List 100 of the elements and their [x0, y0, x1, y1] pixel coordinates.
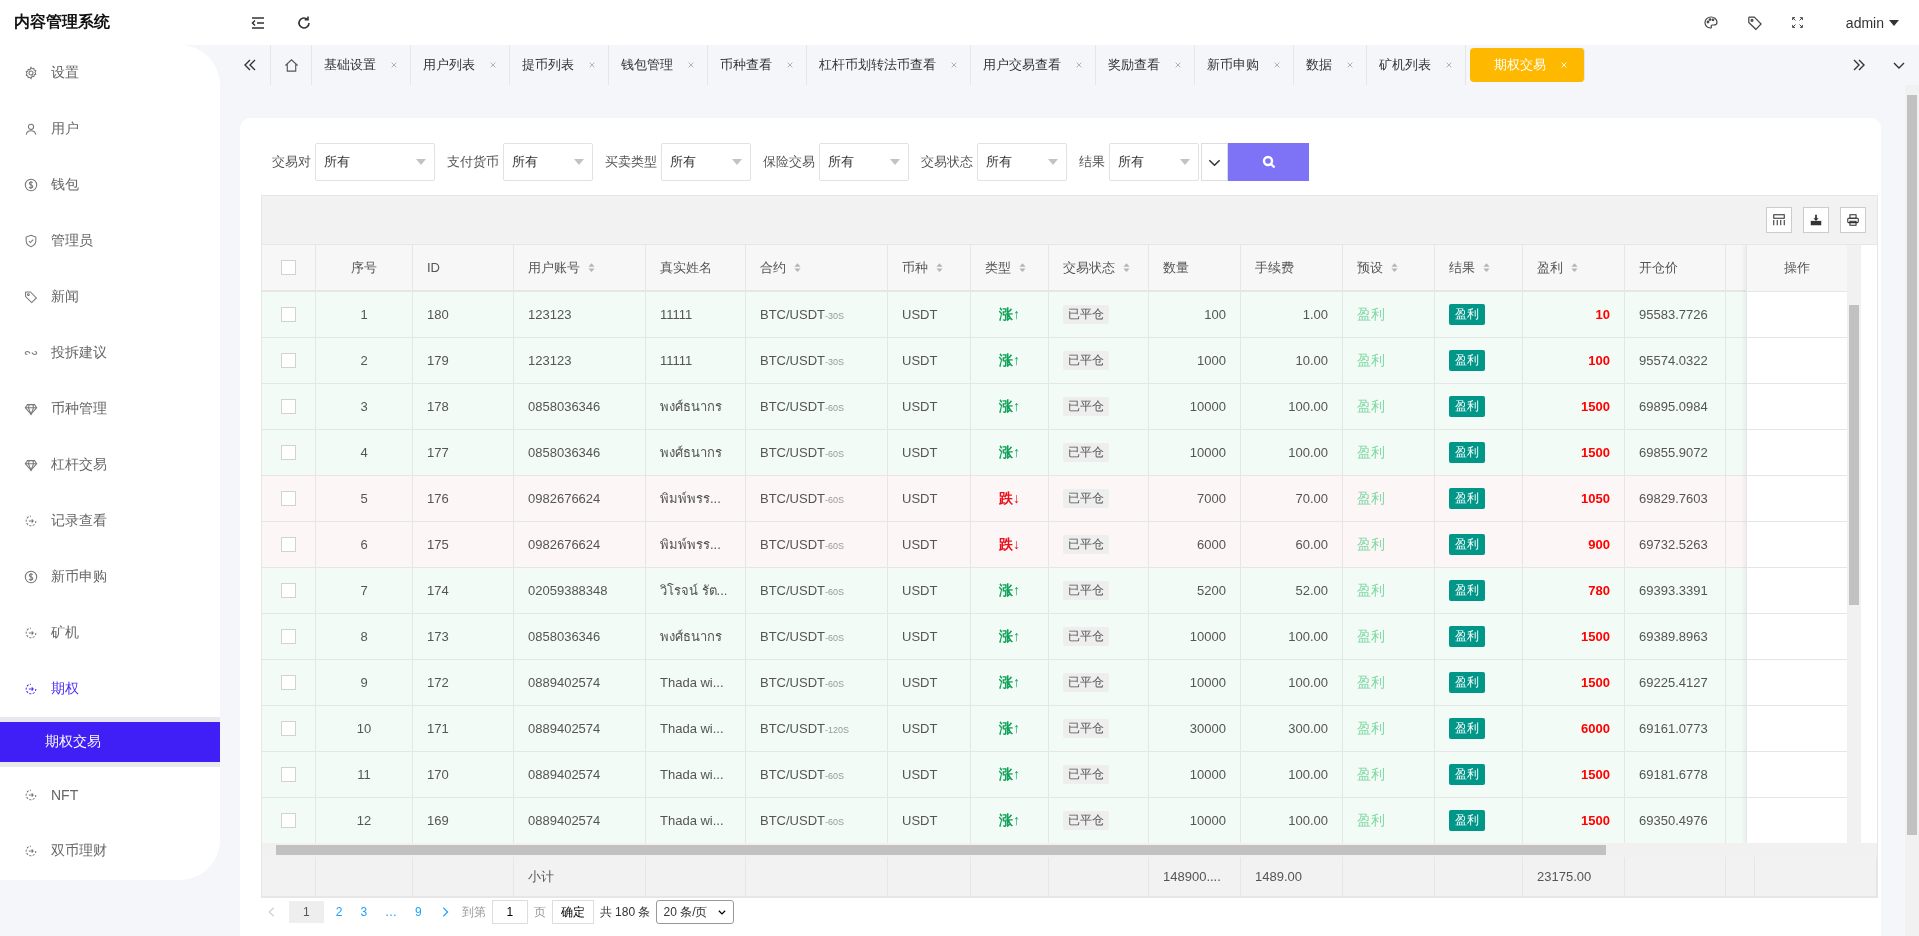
- tab[interactable]: 数据: [1294, 45, 1367, 85]
- column-header: 操作: [1784, 259, 1810, 277]
- confirm-button[interactable]: 确定: [551, 900, 594, 924]
- sort-icon[interactable]: [588, 262, 595, 273]
- close-icon[interactable]: [588, 61, 596, 69]
- sidebar-item[interactable]: 双币理财: [0, 823, 220, 879]
- close-icon[interactable]: [786, 61, 794, 69]
- page-scrollbar[interactable]: [1905, 85, 1919, 936]
- sidebar-subitem[interactable]: 期权交易: [0, 722, 220, 762]
- tag-icon[interactable]: [1746, 14, 1763, 31]
- menu-icon[interactable]: [250, 14, 266, 31]
- close-icon[interactable]: [950, 61, 958, 69]
- select-all-checkbox[interactable]: [281, 260, 296, 275]
- export-button[interactable]: [1803, 207, 1829, 233]
- account-cell: 0858036346: [528, 399, 601, 414]
- tab[interactable]: 用户列表: [411, 45, 510, 85]
- vertical-scrollbar[interactable]: [1847, 245, 1861, 843]
- sidebar-item[interactable]: NFT: [0, 767, 220, 823]
- close-icon[interactable]: [390, 61, 398, 69]
- search-button[interactable]: [1228, 143, 1309, 181]
- row-checkbox[interactable]: [281, 537, 296, 552]
- row-checkbox[interactable]: [281, 353, 296, 368]
- sort-icon[interactable]: [1483, 262, 1490, 273]
- sidebar-item[interactable]: 新币申购: [0, 549, 220, 605]
- row-checkbox[interactable]: [281, 813, 296, 828]
- sidebar-item[interactable]: 投拆建议: [0, 325, 220, 381]
- tab[interactable]: 钱包管理: [609, 45, 708, 85]
- tab[interactable]: 币种查看: [708, 45, 807, 85]
- account-cell: 0858036346: [528, 629, 601, 644]
- sort-icon[interactable]: [1019, 262, 1026, 273]
- tab[interactable]: 基础设置: [312, 45, 411, 85]
- sidebar-item[interactable]: 记录查看: [0, 493, 220, 549]
- columns-button[interactable]: [1766, 207, 1792, 233]
- sort-icon[interactable]: [936, 262, 943, 273]
- palette-icon[interactable]: [1702, 14, 1719, 31]
- filter-select[interactable]: 所有: [1109, 143, 1199, 181]
- tab[interactable]: 杠杆币划转法币查看: [807, 45, 971, 85]
- close-icon[interactable]: [1346, 61, 1354, 69]
- sidebar-item[interactable]: 新闻: [0, 269, 220, 325]
- caret-icon: [1048, 159, 1058, 165]
- row-checkbox[interactable]: [281, 675, 296, 690]
- close-icon[interactable]: [1174, 61, 1182, 69]
- expand-filters-button[interactable]: [1201, 143, 1228, 181]
- column-header[interactable]: 预设: [1357, 258, 1398, 277]
- tab[interactable]: 新币申购: [1195, 45, 1294, 85]
- column-header[interactable]: 交易状态: [1063, 258, 1130, 277]
- tab[interactable]: 矿机列表: [1367, 45, 1466, 85]
- horizontal-scrollbar[interactable]: [262, 843, 1877, 857]
- column-header[interactable]: 合约: [760, 258, 801, 277]
- fullscreen-icon[interactable]: [1790, 16, 1804, 29]
- tab[interactable]: 用户交易查看: [971, 45, 1096, 85]
- id-cell: 180: [427, 307, 449, 322]
- tab[interactable]: 奖励查看: [1096, 45, 1195, 85]
- page-link[interactable]: 1: [289, 901, 324, 923]
- row-checkbox[interactable]: [281, 491, 296, 506]
- column-header[interactable]: 用户账号: [528, 258, 595, 277]
- filter-label: 保险交易: [763, 153, 815, 171]
- column-header[interactable]: 币种: [902, 258, 943, 277]
- filter-select[interactable]: 所有: [315, 143, 435, 181]
- total-count: 共 180 条: [599, 903, 651, 921]
- page-input[interactable]: 1: [491, 900, 528, 924]
- sidebar-item[interactable]: 期权: [0, 661, 220, 717]
- sidebar-item[interactable]: 用户: [0, 101, 220, 157]
- sort-icon[interactable]: [1391, 262, 1398, 273]
- sidebar-item[interactable]: 钱包: [0, 157, 220, 213]
- filter-select[interactable]: 所有: [977, 143, 1067, 181]
- column-header[interactable]: 类型: [985, 258, 1026, 277]
- sidebar-item[interactable]: 币种管理: [0, 381, 220, 437]
- close-icon[interactable]: [687, 61, 695, 69]
- result-badge: 盈利: [1449, 304, 1485, 325]
- close-icon[interactable]: [1445, 61, 1453, 69]
- close-icon[interactable]: [1273, 61, 1281, 69]
- home-tab[interactable]: [270, 45, 312, 85]
- sort-icon[interactable]: [1571, 262, 1578, 273]
- row-checkbox[interactable]: [281, 445, 296, 460]
- print-button[interactable]: [1840, 207, 1866, 233]
- column-header[interactable]: 结果: [1449, 258, 1490, 277]
- column-header[interactable]: 盈利: [1537, 258, 1578, 277]
- filter-select[interactable]: 所有: [819, 143, 909, 181]
- tab[interactable]: 提币列表: [510, 45, 609, 85]
- page-size-select[interactable]: 20 条/页: [656, 900, 735, 924]
- filter-select[interactable]: 所有: [661, 143, 751, 181]
- row-checkbox[interactable]: [281, 399, 296, 414]
- sort-icon[interactable]: [794, 262, 801, 273]
- row-checkbox[interactable]: [281, 721, 296, 736]
- close-icon[interactable]: [489, 61, 497, 69]
- sidebar-item[interactable]: 矿机: [0, 605, 220, 661]
- sort-icon[interactable]: [1123, 262, 1130, 273]
- sidebar-item[interactable]: 管理员: [0, 213, 220, 269]
- sidebar-item[interactable]: 杠杆交易: [0, 437, 220, 493]
- sidebar-item[interactable]: 设置: [0, 45, 220, 101]
- direction-cell: 涨↑: [999, 673, 1020, 692]
- row-checkbox[interactable]: [281, 307, 296, 322]
- refresh-icon[interactable]: [296, 14, 312, 31]
- row-checkbox[interactable]: [281, 629, 296, 644]
- close-icon[interactable]: [1075, 61, 1083, 69]
- row-checkbox[interactable]: [281, 583, 296, 598]
- filter-select[interactable]: 所有: [503, 143, 593, 181]
- row-checkbox[interactable]: [281, 767, 296, 782]
- user-menu[interactable]: admin: [1845, 14, 1899, 31]
